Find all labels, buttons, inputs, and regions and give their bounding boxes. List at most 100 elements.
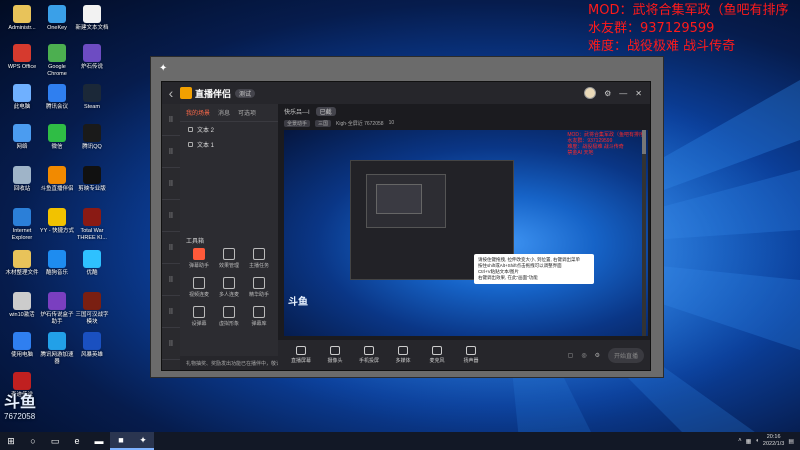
source-item[interactable]: 文本 1 xyxy=(180,137,278,152)
app-pin-icon[interactable]: ✦ xyxy=(159,63,167,74)
tab-messages[interactable]: 消息 xyxy=(218,108,230,117)
app-icon xyxy=(13,5,31,23)
close-icon[interactable]: ✕ xyxy=(635,89,642,98)
desktop-icon-label: 风暴英雄 xyxy=(80,352,103,358)
toolbox-item[interactable]: 视频连麦 xyxy=(184,277,214,298)
tool-label: 效果管理 xyxy=(218,263,239,269)
strip-cell[interactable]: ⠿ xyxy=(162,200,180,232)
volume-icon[interactable]: ◖ xyxy=(755,438,759,444)
toolbox-grid: 弹幕助手 效果管理 主播任务视频连麦 多人连麦 精华助手设弹幕 虚拟形象 弹幕库 xyxy=(184,248,274,327)
camera-icon[interactable]: ▢ xyxy=(568,352,574,359)
task-view-icon[interactable]: ▭ xyxy=(44,432,66,450)
avatar[interactable] xyxy=(584,87,597,99)
capture-source-button[interactable]: 多媒体 xyxy=(386,346,420,364)
desktop-icon[interactable]: 酷狗音乐 xyxy=(38,250,76,277)
edge-icon[interactable]: e xyxy=(66,432,88,450)
capture-source-button[interactable]: 摄像头 xyxy=(318,346,352,364)
scroll-thumb[interactable] xyxy=(642,130,646,154)
desktop-icon[interactable]: 使用电脑 xyxy=(3,332,41,359)
start-live-button[interactable]: 开始直播 xyxy=(607,347,644,363)
desktop-icon[interactable]: YY - 快捷方式 xyxy=(38,208,76,235)
desktop-icon[interactable]: 斗鱼直播伴侣 xyxy=(38,166,76,193)
desktop-icon[interactable]: 腾讯QQ xyxy=(73,124,111,151)
stream-preview[interactable]: MOD：武将合集军政（鱼吧有排序 水友群：937129599 难度：战役极难 战… xyxy=(284,130,648,336)
desktop-icon[interactable]: Administr... xyxy=(3,5,41,32)
start-icon[interactable]: ⊞ xyxy=(0,432,22,450)
strip-cell[interactable]: ⠿ xyxy=(162,168,180,200)
strip-cell[interactable]: ⠿ xyxy=(162,104,180,136)
preview-overlay-line: 禁金AI 天地 xyxy=(567,150,594,156)
desktop-icon[interactable]: 木材整理文件 xyxy=(3,250,41,277)
desktop-icon[interactable]: 风暴英雄 xyxy=(73,332,111,359)
back-arrow-icon[interactable]: ‹ xyxy=(162,85,180,101)
tab-my-scenes[interactable]: 我的场景 xyxy=(186,108,210,117)
explorer-icon[interactable]: ▬ xyxy=(88,432,110,450)
desktop-icon[interactable]: 优酷 xyxy=(73,250,111,277)
desktop-icon[interactable]: win10激活 xyxy=(3,292,41,319)
desktop-icon[interactable]: OneKey xyxy=(38,5,76,32)
clock[interactable]: 20:16 2022/1/3 xyxy=(763,434,784,448)
desktop-icon[interactable]: 此电脑 xyxy=(3,84,41,111)
strip-cell[interactable]: ⠿ xyxy=(162,136,180,168)
toolbox-item[interactable]: 弹幕助手 xyxy=(184,248,214,269)
capture-source-button[interactable]: 手机投屏 xyxy=(352,346,386,364)
toolbar-right: ▢ ◎ ⚙ 开始直播 xyxy=(568,347,644,363)
toolbox-item[interactable]: 弹幕库 xyxy=(244,306,274,327)
capture-source-button[interactable]: 直播屏幕 xyxy=(284,346,318,364)
desktop-icon[interactable]: 炉石传说盒子助手 xyxy=(38,292,76,325)
desktop-icon[interactable]: Steam xyxy=(73,84,111,111)
tool-label: 弹幕库 xyxy=(251,321,267,327)
clock-date: 2022/1/3 xyxy=(762,441,785,447)
desktop-icon[interactable]: 腾讯会议 xyxy=(38,84,76,111)
desktop-icon[interactable]: 剪映专业版 xyxy=(73,166,111,193)
settings-icon[interactable]: ⚙ xyxy=(595,352,600,359)
network-icon[interactable]: ▦ xyxy=(746,438,752,445)
scrollbar[interactable] xyxy=(642,130,646,336)
tab-options[interactable]: 可选项 xyxy=(238,108,256,117)
desktop-icon[interactable]: 微信 xyxy=(38,124,76,151)
visibility-icon[interactable] xyxy=(188,142,193,147)
clock-time: 20:16 xyxy=(766,434,781,440)
scene-column-strip: ⠿ ⠿ ⠿ ⠿ ⠿ ⠿ ⠿ ⠿ xyxy=(162,104,180,370)
strip-cell[interactable]: ⠿ xyxy=(162,328,180,360)
desktop-icon[interactable]: Total War THREE KI... xyxy=(73,208,111,241)
desktop-icon-label: Steam xyxy=(84,104,100,110)
desktop-icon[interactable]: 回收站 xyxy=(3,166,41,193)
toolbox-item[interactable]: 虚拟形象 xyxy=(214,306,244,327)
desktop-icon[interactable]: 三国可汉战字模块 xyxy=(73,292,111,325)
record-icon[interactable]: ◎ xyxy=(581,352,586,359)
toolbox-item[interactable]: 效果管理 xyxy=(214,248,244,269)
strip-cell[interactable]: ⠿ xyxy=(162,232,180,264)
desktop-icon-label: WPS Office xyxy=(7,64,37,70)
source-item[interactable]: 文本 2 xyxy=(180,122,278,137)
toolbox-item[interactable]: 多人连麦 xyxy=(214,277,244,298)
desktop-icon-label: 炉石传说 xyxy=(80,64,103,70)
strip-cell[interactable]: ⠿ xyxy=(162,296,180,328)
strip-cell[interactable]: ⠿ xyxy=(162,264,180,296)
toolbox-item[interactable]: 精华助手 xyxy=(244,277,274,298)
app-icon xyxy=(13,292,31,310)
visibility-icon[interactable] xyxy=(188,127,193,132)
capture-source-button[interactable]: 扬声器 xyxy=(454,346,488,364)
source-label: 文本 1 xyxy=(197,143,215,149)
toolbox-item[interactable]: 设弹幕 xyxy=(184,306,214,327)
chevron-up-icon[interactable]: ˄ xyxy=(738,438,742,444)
search-icon[interactable]: ○ xyxy=(22,432,44,450)
settings-icon[interactable]: ⚙ xyxy=(604,89,611,98)
desktop-icon[interactable]: 网络 xyxy=(3,124,41,151)
desktop-icon[interactable]: Internet Explorer xyxy=(3,208,41,241)
desktop-icon[interactable]: 炉石传说 xyxy=(73,44,111,71)
tag-chip[interactable]: 全景动手 xyxy=(284,119,311,127)
desktop-icon[interactable]: WPS Office xyxy=(3,44,41,71)
minimize-icon[interactable]: — xyxy=(619,89,627,98)
game-taskbar-icon[interactable]: ■ xyxy=(110,432,132,450)
tool-icon xyxy=(253,248,265,260)
desktop-icon[interactable]: 腾讯网游加速器 xyxy=(38,332,76,365)
tag-chip[interactable]: 三国 xyxy=(315,119,332,127)
companion-taskbar-icon[interactable]: ✦ xyxy=(132,432,154,450)
capture-source-button[interactable]: 麦克风 xyxy=(420,346,454,364)
notification-icon[interactable]: ▤ xyxy=(788,438,794,445)
desktop-icon[interactable]: 新建文本文档 xyxy=(73,5,111,32)
toolbox-item[interactable]: 主播任务 xyxy=(244,248,274,269)
desktop-icon[interactable]: Google Chrome xyxy=(38,44,76,77)
